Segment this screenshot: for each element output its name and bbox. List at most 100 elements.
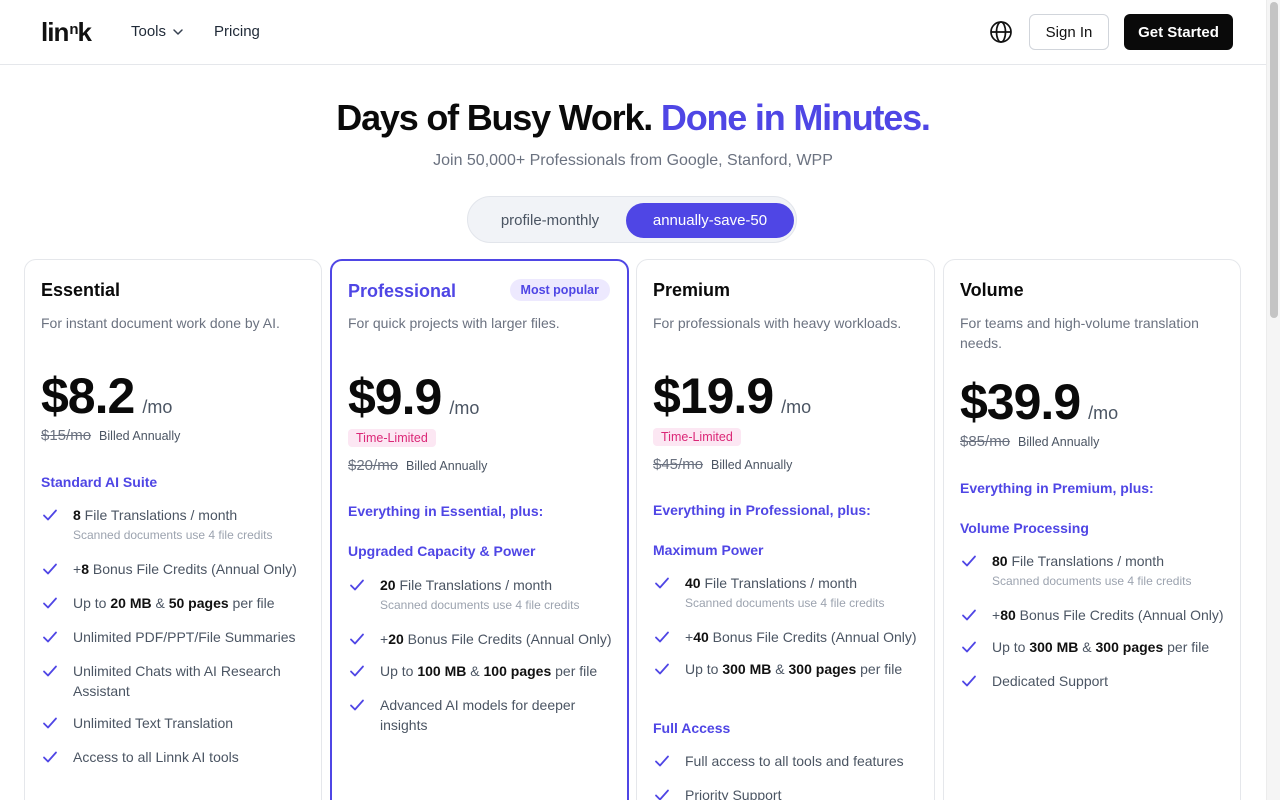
- price-row: $39.9 /mo: [960, 377, 1118, 427]
- price-row: $19.9 /mo: [653, 371, 811, 421]
- billing-row: $45/mo Billed Annually: [653, 456, 792, 473]
- hero-title: Days of Busy Work. Done in Minutes.: [336, 97, 931, 138]
- plan-price: $39.9: [960, 374, 1081, 430]
- feature-item: Dedicated Support: [960, 671, 1228, 691]
- billed-note: Billed Annually: [406, 458, 488, 473]
- scrollbar-thumb[interactable]: [1270, 2, 1278, 318]
- plan-name: Professional: [348, 281, 457, 301]
- feature-item: Up to 100 MB & 100 pages per file: [348, 661, 612, 681]
- feature-item: +40 Bonus File Credits (Annual Only): [653, 627, 919, 647]
- check-icon: [43, 509, 57, 521]
- plan-name: Premium: [653, 280, 731, 300]
- check-icon: [655, 755, 669, 767]
- time-limited-tag: Time-Limited: [653, 428, 741, 446]
- section-title: Standard AI Suite: [41, 474, 158, 490]
- check-icon: [655, 663, 669, 675]
- feature-item: 40 File Translations / month Scanned docu…: [653, 573, 919, 611]
- feature-item: 8 File Translations / month Scanned docum…: [41, 505, 311, 543]
- old-price: $85/mo: [960, 433, 1011, 450]
- feature-item: +20 Bonus File Credits (Annual Only): [348, 629, 612, 649]
- price-row: $8.2 /mo: [41, 371, 172, 421]
- check-icon: [43, 717, 57, 729]
- check-icon: [655, 577, 669, 589]
- feature-item: +80 Bonus File Credits (Annual Only): [960, 605, 1228, 625]
- check-icon: [962, 555, 976, 567]
- feature-item: Unlimited Chats with AI Research Assista…: [41, 661, 311, 701]
- billed-note: Billed Annually: [1018, 434, 1100, 449]
- most-popular-badge: Most popular: [509, 279, 610, 301]
- feature-item: +8 Bonus File Credits (Annual Only): [41, 559, 311, 579]
- page-scrollbar[interactable]: [1266, 0, 1280, 800]
- section-title: Full Access: [653, 720, 731, 736]
- price-period: /mo: [449, 398, 480, 418]
- plan-desc: For teams and high-volume translation ne…: [960, 315, 1199, 351]
- check-icon: [43, 563, 57, 575]
- plan-desc: For quick projects with larger files.: [348, 315, 560, 331]
- old-price: $20/mo: [348, 457, 399, 474]
- billing-row: $20/mo Billed Annually: [348, 457, 487, 474]
- nav-tools[interactable]: Tools: [131, 23, 184, 40]
- feature-list: 8 File Translations / month Scanned docum…: [41, 505, 311, 767]
- billed-note: Billed Annually: [99, 428, 181, 443]
- check-icon: [962, 609, 976, 621]
- feature-list: 20 File Translations / month Scanned docu…: [348, 575, 612, 735]
- everything-included: Everything in Professional, plus:: [653, 502, 871, 518]
- section-title: Upgraded Capacity & Power: [348, 543, 536, 559]
- get-started-button[interactable]: Get Started: [1124, 14, 1233, 50]
- feature-item: Access to all Linnk AI tools: [41, 747, 311, 767]
- nav-tools-label: Tools: [131, 23, 167, 40]
- old-price: $45/mo: [653, 456, 704, 473]
- time-limited-tag: Time-Limited: [348, 429, 436, 447]
- plan-name: Volume: [960, 280, 1024, 300]
- plan-card-premium: Premium For professionals with heavy wor…: [636, 259, 935, 800]
- check-icon: [43, 631, 57, 643]
- chevron-down-icon: [173, 28, 183, 35]
- sign-in-button[interactable]: Sign In: [1029, 14, 1109, 50]
- plan-price: $8.2: [41, 368, 135, 424]
- billing-row: $85/mo Billed Annually: [960, 433, 1099, 450]
- globe-icon[interactable]: [989, 20, 1013, 44]
- feature-list: 80 File Translations / month Scanned docu…: [960, 551, 1228, 691]
- check-icon: [43, 751, 57, 763]
- feature-item: Up to 20 MB & 50 pages per file: [41, 593, 311, 613]
- toggle-annual[interactable]: annually-save-50: [626, 203, 794, 238]
- check-icon: [655, 631, 669, 643]
- linnk-logo[interactable]: linnk: [41, 19, 92, 45]
- top-header: linnk Tools Pricing Sign In Get Started: [0, 0, 1266, 65]
- check-icon: [655, 789, 669, 800]
- plan-desc: For instant document work done by AI.: [41, 315, 280, 331]
- check-icon: [962, 641, 976, 653]
- plan-name: Essential: [41, 280, 121, 300]
- check-icon: [43, 597, 57, 609]
- check-icon: [962, 675, 976, 687]
- section-title: Volume Processing: [960, 520, 1089, 536]
- check-icon: [43, 665, 57, 677]
- price-row: $9.9 /mo: [348, 372, 479, 422]
- feature-item: Advanced AI models for deeper insights: [348, 695, 612, 735]
- everything-included: Everything in Essential, plus:: [348, 503, 544, 519]
- plan-card-professional: Professional Most popular For quick proj…: [330, 259, 629, 800]
- old-price: $15/mo: [41, 427, 92, 444]
- check-icon: [350, 579, 364, 591]
- nav-pricing-label: Pricing: [214, 23, 260, 40]
- check-icon: [350, 665, 364, 677]
- main-nav: Tools Pricing: [131, 23, 260, 40]
- feature-item: Up to 300 MB & 300 pages per file: [653, 659, 919, 679]
- check-icon: [350, 633, 364, 645]
- feature-list: Full access to all tools and features Pr…: [653, 751, 919, 800]
- price-period: /mo: [1088, 403, 1119, 423]
- plan-card-essential: Essential For instant document work done…: [24, 259, 322, 800]
- feature-list: 40 File Translations / month Scanned docu…: [653, 573, 919, 679]
- toggle-monthly[interactable]: profile-monthly: [476, 203, 624, 238]
- nav-pricing[interactable]: Pricing: [214, 23, 260, 40]
- plan-price: $9.9: [348, 369, 442, 425]
- plan-desc: For professionals with heavy workloads.: [653, 315, 902, 331]
- price-period: /mo: [142, 397, 173, 417]
- price-period: /mo: [781, 397, 812, 417]
- feature-item: 20 File Translations / month Scanned docu…: [348, 575, 612, 613]
- plan-card-volume: Volume For teams and high-volume transla…: [943, 259, 1241, 800]
- check-icon: [350, 699, 364, 711]
- everything-included: Everything in Premium, plus:: [960, 480, 1154, 496]
- feature-item: Priority Support: [653, 785, 919, 800]
- feature-item: Full access to all tools and features: [653, 751, 919, 771]
